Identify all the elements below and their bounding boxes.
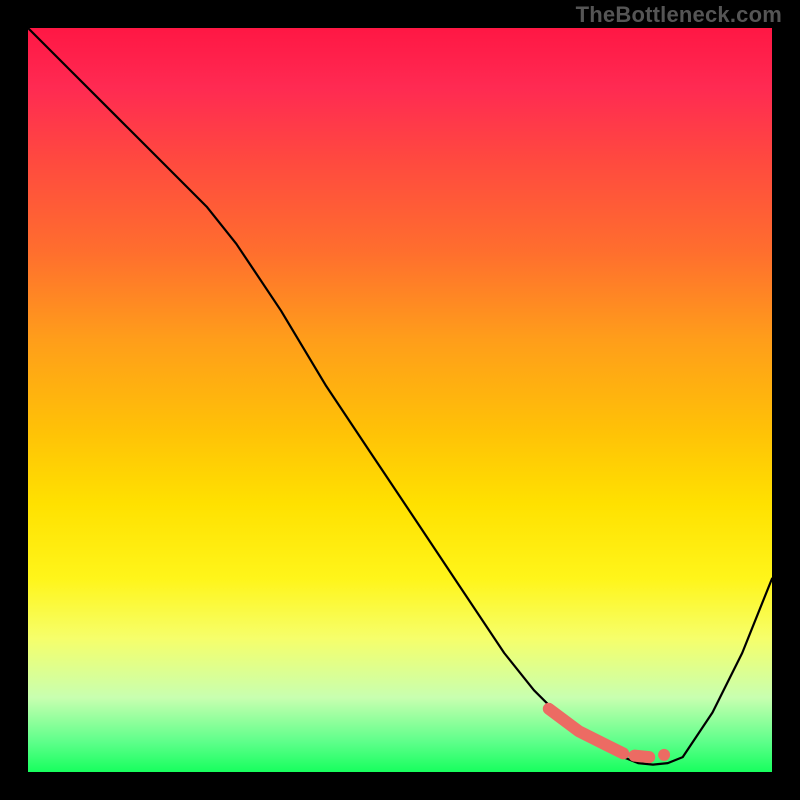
bottleneck-curve: [28, 28, 772, 765]
plot-area: [28, 28, 772, 772]
chart-frame: TheBottleneck.com: [0, 0, 800, 800]
watermark-text: TheBottleneck.com: [576, 2, 782, 28]
chart-svg: [28, 28, 772, 772]
highlight-dot: [658, 749, 670, 761]
highlight-segment-main: [549, 709, 623, 754]
highlight-segment-dash: [634, 756, 649, 758]
